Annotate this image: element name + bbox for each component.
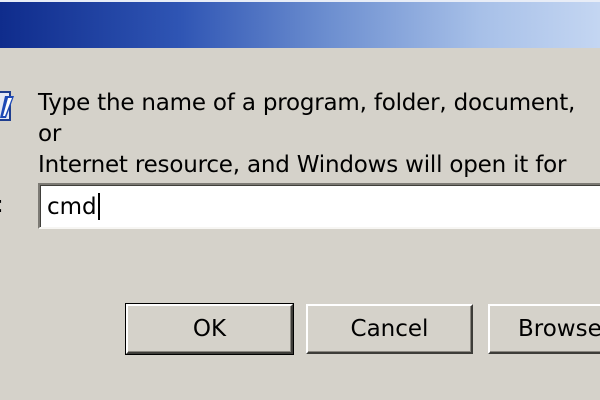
cancel-button[interactable]: Cancel (306, 304, 473, 354)
title-bar-highlight (0, 0, 600, 2)
text-caret (97, 193, 100, 220)
run-icon (0, 91, 14, 121)
ok-button[interactable]: OK (125, 303, 294, 355)
instruction-line-1: Type the name of a program, folder, docu… (38, 90, 576, 147)
command-input[interactable]: cmd (38, 183, 600, 229)
browse-button[interactable]: Browse (488, 304, 600, 354)
run-dialog: Type the name of a program, folder, docu… (0, 0, 600, 400)
title-bar[interactable] (0, 0, 600, 48)
command-input-text[interactable]: cmd (47, 193, 100, 221)
open-field-label: : (0, 192, 4, 218)
command-value: cmd (47, 194, 97, 220)
